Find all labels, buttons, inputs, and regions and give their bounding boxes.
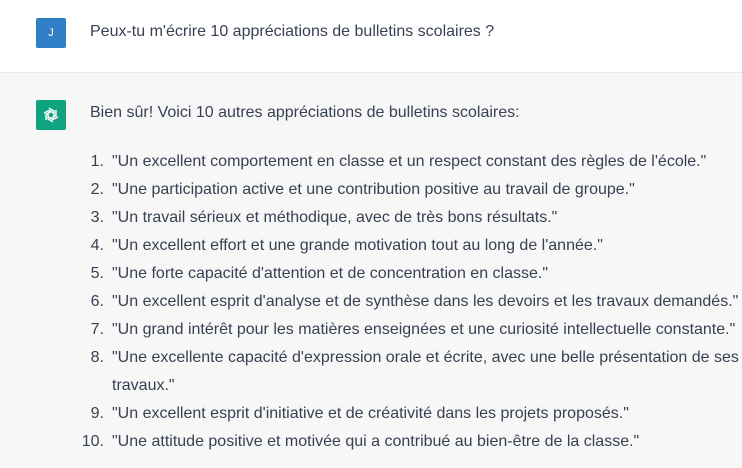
list-item-text: "Un travail sérieux et méthodique, avec … (112, 209, 558, 226)
list-item-text: "Un grand intérêt pour les matières ense… (112, 321, 736, 338)
list-item-text: "Une attitude positive et motivée qui a … (112, 433, 640, 450)
list-item: 7. "Un grand intérêt pour les matières e… (76, 316, 742, 344)
list-item-number: 6. (90, 293, 104, 310)
list-item-number: 3. (90, 209, 104, 226)
list-item: 1. "Un excellent comportement en classe … (76, 148, 742, 176)
list-item-text: "Une excellente capacité d'expression or… (112, 349, 739, 394)
list-item: 6. "Un excellent esprit d'analyse et de … (76, 288, 742, 316)
list-item-number: 8. (90, 349, 104, 366)
list-item-number: 4. (90, 237, 104, 254)
list-item-number: 9. (90, 405, 104, 422)
list-item: 4. "Un excellent effort et une grande mo… (76, 232, 742, 260)
list-item: 3. "Un travail sérieux et méthodique, av… (76, 204, 742, 232)
assistant-intro-text: Bien sûr! Voici 10 autres appréciations … (90, 104, 520, 121)
list-item-text: "Une participation active et une contrib… (112, 181, 635, 198)
list-item-number: 2. (90, 181, 104, 198)
list-item-text: "Un excellent effort et une grande motiv… (112, 237, 603, 254)
user-avatar: J (36, 18, 66, 48)
user-message-text: Peux-tu m'écrire 10 appréciations de bul… (90, 23, 495, 40)
list-item: 2. "Une participation active et une cont… (76, 176, 742, 204)
list-item-number: 5. (90, 265, 104, 282)
appreciation-list: 1. "Un excellent comportement en classe … (76, 148, 742, 456)
list-item-text: "Un excellent comportement en classe et … (112, 153, 707, 170)
list-item-text: "Un excellent esprit d'analyse et de syn… (112, 293, 739, 310)
list-item-text: "Un excellent esprit d'initiative et de … (112, 405, 629, 422)
assistant-message-row: Bien sûr! Voici 10 autres appréciations … (0, 73, 742, 468)
list-item: 10. "Une attitude positive et motivée qu… (76, 428, 742, 456)
list-item-number: 10. (81, 433, 104, 450)
list-item: 9. "Un excellent esprit d'initiative et … (76, 400, 742, 428)
user-message-row: J Peux-tu m'écrire 10 appréciations de b… (0, 0, 742, 73)
list-item-number: 7. (90, 321, 104, 338)
list-item-text: "Une forte capacité d'attention et de co… (112, 265, 549, 282)
list-item: 5. "Une forte capacité d'attention et de… (76, 260, 742, 288)
list-item: 8. "Une excellente capacité d'expression… (76, 344, 742, 400)
openai-logo-icon (36, 100, 66, 130)
list-item-number: 1. (90, 153, 104, 170)
